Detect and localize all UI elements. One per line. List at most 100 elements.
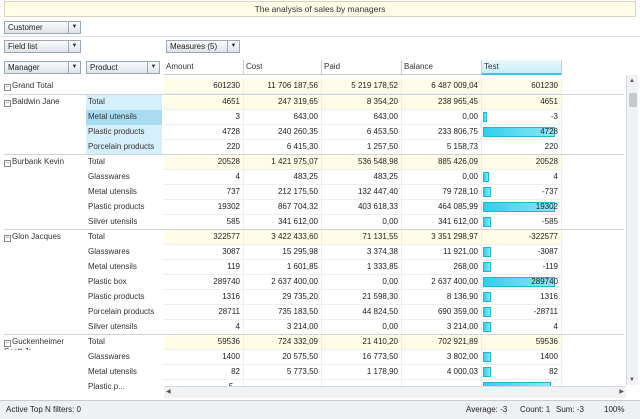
data-cell[interactable]: 15 295,98 [244,245,322,260]
data-cell[interactable]: 59536 [164,335,244,350]
data-cell[interactable]: 4 [164,320,244,335]
data-cell[interactable]: 643,00 [322,110,402,125]
data-cell[interactable]: 20528 [164,155,244,170]
data-cell[interactable]: 403 618,33 [322,200,402,215]
data-cell[interactable]: 28711 [164,305,244,320]
data-cell[interactable]: 3 [164,110,244,125]
grand-total-cell[interactable]: 11 706 187,56 [244,79,322,94]
data-cell[interactable]: 1 178,90 [322,365,402,380]
chevron-down-icon[interactable]: ▼ [68,62,80,73]
product-row-header[interactable]: Plastic products [86,290,162,305]
data-cell[interactable]: 0,00 [322,215,402,230]
product-row-header[interactable]: Metal utensils [86,185,162,200]
data-cell[interactable]: 289740 [482,275,562,290]
data-cell[interactable]: 11 921,00 [402,245,482,260]
product-row-header[interactable]: Glasswares [86,350,162,365]
data-cell[interactable]: 20528 [482,155,562,170]
data-cell[interactable]: 4 [482,170,562,185]
product-row-header[interactable]: Glasswares [86,245,162,260]
collapse-icon[interactable]: − [4,235,11,242]
data-cell[interactable]: 1400 [164,350,244,365]
data-cell[interactable]: 3 422 433,60 [244,230,322,245]
data-cell[interactable]: 4 000,03 [402,365,482,380]
data-cell[interactable]: 3 214,00 [244,320,322,335]
data-cell[interactable]: 0,00 [402,110,482,125]
manager-row-header[interactable]: − Glon Jacques [4,230,82,245]
product-row-header[interactable]: Plastic box [86,275,162,290]
data-cell[interactable]: 3087 [164,245,244,260]
data-cell[interactable]: 341 612,00 [402,215,482,230]
product-row-header[interactable]: Total [86,155,162,170]
product-row-header[interactable]: Metal utensils [86,365,162,380]
data-cell[interactable]: 212 175,50 [244,185,322,200]
data-cell[interactable]: 247 319,65 [244,95,322,110]
manager-row-header[interactable]: −Guckenheimer Scott Jr. [4,335,82,350]
data-cell[interactable]: 71 131,55 [322,230,402,245]
data-cell[interactable]: 8 354,20 [322,95,402,110]
data-cell[interactable]: 5 158,73 [402,140,482,155]
product-row-header[interactable]: Porcelain products [86,140,162,155]
data-cell[interactable]: 240 260,35 [244,125,322,140]
product-row-header[interactable]: Metal utensils [86,110,162,125]
vertical-scrollbar[interactable]: ▲ ▼ [626,75,638,385]
data-cell[interactable]: 1316 [482,290,562,305]
data-cell[interactable]: 3 374,38 [322,245,402,260]
data-cell[interactable]: 483,25 [244,170,322,185]
data-cell[interactable]: 3 351 298,97 [402,230,482,245]
product-row-header[interactable]: Total [86,230,162,245]
data-cell[interactable]: 1400 [482,350,562,365]
data-cell[interactable]: 79 728,10 [402,185,482,200]
data-cell[interactable]: 20 575,50 [244,350,322,365]
data-cell[interactable]: 6 453,50 [322,125,402,140]
product-row-header[interactable]: Porcelain products [86,305,162,320]
data-cell[interactable]: 82 [164,365,244,380]
data-cell[interactable]: 4 [482,320,562,335]
data-cell[interactable]: 82 [482,365,562,380]
product-row-header[interactable]: Silver utensils [86,320,162,335]
scroll-down-icon[interactable]: ▼ [629,377,635,383]
data-cell[interactable]: 44 824,50 [322,305,402,320]
data-cell[interactable]: 867 704,32 [244,200,322,215]
data-cell[interactable]: 1316 [164,290,244,305]
column-header-amount[interactable]: Amount [164,60,244,75]
scroll-left-icon[interactable]: ◀ [166,388,171,395]
grand-total-cell[interactable]: 5 219 178,52 [322,79,402,94]
data-cell[interactable]: -3087 [482,245,562,260]
data-cell[interactable]: 21 410,20 [322,335,402,350]
product-row-header[interactable]: Silver utensils [86,215,162,230]
data-cell[interactable]: 536 548,98 [322,155,402,170]
measures-pill[interactable]: Measures (5) ▼ [166,40,240,53]
data-cell[interactable]: 268,00 [402,260,482,275]
product-row-header[interactable]: Plastic products [86,125,162,140]
data-cell[interactable]: 4728 [164,125,244,140]
data-cell[interactable]: 690 359,00 [402,305,482,320]
data-cell[interactable]: 735 183,50 [244,305,322,320]
data-cell[interactable]: 1 333,85 [322,260,402,275]
data-cell[interactable]: 220 [164,140,244,155]
data-cell[interactable]: 341 612,00 [244,215,322,230]
data-cell[interactable]: 59536 [482,335,562,350]
field-list-pill[interactable]: Field list ▼ [4,40,81,53]
data-cell[interactable]: 1 257,50 [322,140,402,155]
grand-total-cell[interactable]: 601230 [482,79,562,94]
data-cell[interactable]: 0,00 [402,170,482,185]
data-cell[interactable]: 21 598,30 [322,290,402,305]
chevron-down-icon[interactable]: ▼ [68,22,80,33]
product-row-header[interactable]: Plastic products [86,200,162,215]
chevron-down-icon[interactable]: ▼ [68,41,80,52]
data-cell[interactable]: 643,00 [244,110,322,125]
column-header-test[interactable]: Test [482,60,562,75]
chevron-down-icon[interactable]: ▼ [227,41,239,52]
column-header-paid[interactable]: Paid [322,60,402,75]
row-header-product[interactable]: Product ▼ [86,61,160,74]
data-cell[interactable]: 119 [164,260,244,275]
zoom-level[interactable]: 100% [604,401,624,418]
data-cell[interactable]: 4728 [482,125,562,140]
data-cell[interactable]: 5 773,50 [244,365,322,380]
data-cell[interactable]: 3 214,00 [402,320,482,335]
product-row-header[interactable]: Metal utensils [86,260,162,275]
grand-total-label[interactable]: − Grand Total [4,79,160,94]
data-cell[interactable]: 4 [164,170,244,185]
row-header-manager[interactable]: Manager ▼ [4,61,81,74]
data-cell[interactable]: 885 426,09 [402,155,482,170]
